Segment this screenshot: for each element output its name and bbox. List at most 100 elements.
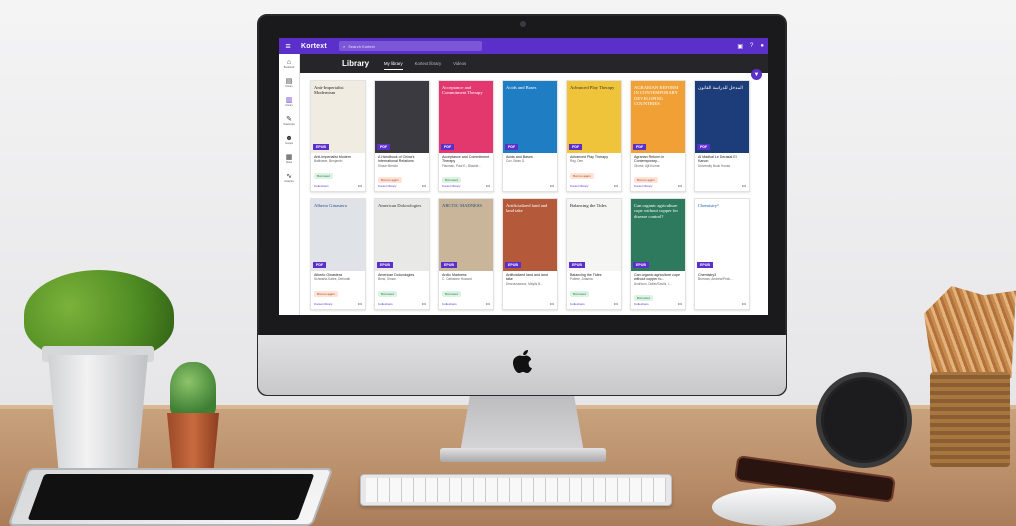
status-badge[interactable]: Borrow again [314,290,338,297]
book-card[interactable]: Anti-Imperialist Modernism EPUB Anti-Imper… [310,80,366,192]
search-placeholder: Search Kortext [348,43,375,49]
book-card[interactable]: Acceptance and Commitment Therapy PDF Acce… [438,80,494,192]
more-options-icon[interactable]: ••• [358,301,362,306]
source-label: Kortext library [378,183,397,188]
cover-title: ARCTIC MADNESS [442,203,482,208]
bookmark-icon[interactable]: ▣ [737,43,743,50]
book-cover[interactable]: Anti-Imperialist Modernism EPUB [311,81,365,153]
source-label: Collections [570,301,585,306]
sidebar-item-label: Bookshelf [283,65,295,69]
filter-button[interactable]: ▼ [751,69,762,80]
book-icon: ▤ [285,77,293,85]
more-options-icon[interactable]: ••• [742,301,746,306]
cover-title: Can organic agriculture cope without cop… [634,203,679,219]
source-label: Kortext library [314,301,333,306]
sidebar-item-label: Notebooks [283,122,295,126]
notes-icon: ▦ [285,153,293,161]
sidebar-item-label: Library [285,84,293,88]
source-label: Kortext library [570,183,589,188]
book-card[interactable]: المدخل للدراسة القانون PDF Al Madkal Le De… [694,80,750,192]
cover-title: المدخل للدراسة القانون [698,85,743,90]
book-cover[interactable]: American Dolorologies EPUB [375,199,429,271]
more-options-icon[interactable]: ••• [486,301,490,306]
book-cover[interactable]: PDF [375,81,429,153]
sidebar-item-6[interactable]: ∿ Analytics [279,169,299,187]
book-card[interactable]: Acids and Bases PDF Acids and Bases Cox, Br… [502,80,558,192]
book-cover[interactable]: ARCTIC MADNESS EPUB [439,199,493,271]
more-options-icon[interactable]: ••• [678,301,682,306]
book-card[interactable]: American Dolorologies EPUB American Doloro… [374,198,430,310]
search-input[interactable]: ⌕ Search Kortext [339,41,482,51]
tab-my-library[interactable]: My library [384,58,403,70]
book-card[interactable]: Chemistry³ EPUB Chemistry3 Burrows, Andrew/… [694,198,750,310]
sidebar-item-2[interactable]: ▥ Library [279,93,299,111]
source-label: Kortext library [634,183,653,188]
book-cover[interactable]: Advanced Play Therapy PDF [567,81,621,153]
source-label: Collections [634,301,649,306]
more-options-icon[interactable]: ••• [614,183,618,188]
book-title: Acceptance and Commitment Therapy [442,155,490,164]
cover-title: Acids and Bases [506,85,537,90]
more-options-icon[interactable]: ••• [550,301,554,306]
book-cover[interactable]: Acceptance and Commitment Therapy PDF [439,81,493,153]
book-author: Ray, Dee [570,159,584,164]
tab-kortext-library[interactable]: Kortext library [415,58,442,69]
more-options-icon[interactable]: ••• [678,183,682,188]
book-card[interactable]: ARCTIC MADNESS EPUB Arctic Madness C. Catha… [438,198,494,310]
book-author: Ghose, Ajit Kumar [634,163,660,168]
book-cover[interactable]: Chemistry³ EPUB [695,199,749,271]
more-options-icon[interactable]: ••• [742,183,746,188]
book-cover[interactable]: Can organic agriculture cope without cop… [631,199,685,271]
more-options-icon[interactable]: ••• [358,183,362,188]
status-badge[interactable]: Borrow again [570,172,594,179]
account-icon[interactable]: ● [760,43,764,50]
book-cover[interactable]: Artificialized land and land take EPUB [503,199,557,271]
search-icon: ⌕ [343,43,346,49]
more-options-icon[interactable]: ••• [614,301,618,306]
apple-logo-icon [513,350,532,373]
more-options-icon[interactable]: ••• [550,183,554,188]
book-author: Andrivon, Didier/Savini, I... [634,281,672,286]
book-card[interactable]: Can organic agriculture cope without cop… [630,198,686,310]
format-badge: PDF [377,144,391,150]
format-badge: PDF [313,262,327,268]
source-label: Kortext library [442,183,461,188]
book-cover[interactable]: المدخل للدراسة القانون PDF [695,81,749,153]
book-card[interactable]: Advanced Play Therapy PDF Advanced Play Th… [566,80,622,192]
format-badge: PDF [505,144,519,150]
pencil-basket [930,372,1010,467]
book-cover[interactable]: Balancing the Tides EPUB [567,199,621,271]
sidebar-item-4[interactable]: ☻ Groups [279,131,299,149]
more-options-icon[interactable]: ••• [422,301,426,306]
more-options-icon[interactable]: ••• [486,183,490,188]
book-author: Flaxman, Paul E.; Blackle... [442,163,481,168]
book-card[interactable]: Artificialized land and land take EPUB Art… [502,198,558,310]
top-bar: ≡ Kortext ⌕ Search Kortext ▣ ? ● [279,38,768,54]
monitor-stand-base [440,448,606,462]
format-badge: EPUB [633,262,649,268]
book-card[interactable]: Alberto Ginastera PDF Alberto Ginastera Sch… [310,198,366,310]
book-card[interactable]: AGRARIAN REFORM IN CONTEMPORARY DEVELOPI… [630,80,686,192]
sidebar-item-1[interactable]: ▤ Library [279,74,299,92]
book-cover[interactable]: AGRARIAN REFORM IN CONTEMPORARY DEVELOPI… [631,81,685,153]
sidebar-item-3[interactable]: ✎ Notebooks [279,112,299,130]
format-badge: EPUB [313,144,329,150]
brand-logo[interactable]: Kortext [301,43,331,50]
help-icon[interactable]: ? [750,43,753,50]
more-options-icon[interactable]: ••• [422,183,426,188]
desk-scene: ≡ Kortext ⌕ Search Kortext ▣ ? ● ⌂ Booksh… [0,0,1016,526]
cover-title: Anti-Imperialist Modernism [314,85,344,96]
menu-icon[interactable]: ≡ [283,41,293,51]
book-cover[interactable]: Alberto Ginastera PDF [311,199,365,271]
sidebar-item-5[interactable]: ▦ Notes [279,150,299,168]
book-title: Al Madkal Le Derasat El Kanon [698,155,737,164]
cover-title: Alberto Ginastera [314,203,347,208]
format-badge: EPUB [441,262,457,268]
tab-videos[interactable]: Videos [453,58,466,69]
book-grid: Anti-Imperialist Modernism EPUB Anti-Imper… [310,80,750,310]
book-card[interactable]: Balancing the Tides EPUB Balancing the Tid… [566,198,622,310]
book-card[interactable]: PDF A Handbook of China's International R… [374,80,430,192]
book-author: Brink, Simon [378,277,397,282]
sidebar-item-0[interactable]: ⌂ Bookshelf [279,55,299,73]
book-cover[interactable]: Acids and Bases PDF [503,81,557,153]
